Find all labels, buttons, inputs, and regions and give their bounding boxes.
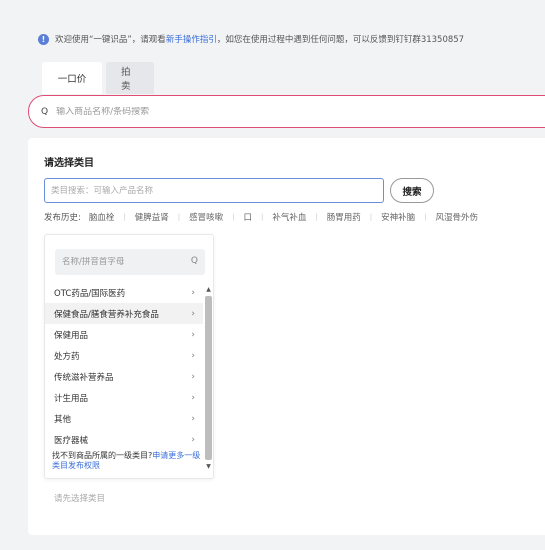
- category-panel: 请选择类目 搜索 发布历史: 脑血栓 | 健脾益肾 | 感冒咳嗽 | 口 | 补…: [28, 138, 545, 535]
- category-item-label: OTC药品/国际医药: [54, 288, 126, 299]
- scroll-up-icon[interactable]: ▲: [204, 285, 213, 294]
- search-icon: Q: [41, 106, 49, 117]
- category-item-label: 医疗器械: [54, 435, 89, 446]
- history-item[interactable]: 风湿骨外伤: [436, 211, 479, 223]
- chevron-right-icon: ›: [191, 392, 195, 403]
- chevron-right-icon: ›: [191, 329, 195, 340]
- history-item[interactable]: 脑血栓: [89, 211, 115, 223]
- category-item-otc[interactable]: OTC药品/国际医药 ›: [45, 282, 203, 303]
- tab-auction[interactable]: 拍卖: [106, 62, 154, 94]
- tab-fixed-price[interactable]: 一口价: [42, 62, 102, 94]
- dropdown-search-input[interactable]: [62, 257, 180, 267]
- category-item-label: 计生用品: [54, 393, 89, 404]
- category-list: OTC药品/国际医药 › 保健食品/膳食营养补充食品 › 保健用品 › 处方药 …: [45, 282, 203, 450]
- chevron-right-icon: ›: [191, 371, 195, 382]
- category-item-label: 其他: [54, 414, 72, 425]
- welcome-notice: ! 欢迎使用“一键识品”，请观看 新手操作指引 ，如您在使用过程中遇到任何问题，…: [38, 33, 464, 45]
- history-item[interactable]: 安神补脑: [381, 211, 415, 223]
- divider: |: [261, 213, 264, 221]
- category-search-input[interactable]: [51, 185, 371, 196]
- category-dropdown: Q OTC药品/国际医药 › 保健食品/膳食营养补充食品 › 保健用品 › 处方…: [44, 234, 214, 479]
- dropdown-search-box: Q: [55, 249, 205, 275]
- history-item[interactable]: 口: [244, 211, 253, 223]
- divider: |: [315, 213, 318, 221]
- search-icon: Q: [190, 256, 198, 266]
- category-item-tonic[interactable]: 传统滋补营养品 ›: [45, 366, 203, 387]
- info-icon: !: [38, 33, 49, 45]
- notice-suffix: ，如您在使用过程中遇到任何问题，可以反馈到钉钉群31350857: [216, 35, 465, 45]
- history-label: 发布历史:: [44, 213, 81, 223]
- category-item-health-food[interactable]: 保健食品/膳食营养补充食品 ›: [45, 303, 203, 324]
- history-item[interactable]: 肠胃用药: [327, 211, 361, 223]
- category-item-medical-devices[interactable]: 医疗器械 ›: [45, 429, 203, 450]
- chevron-right-icon: ›: [191, 350, 195, 361]
- category-item-prescription[interactable]: 处方药 ›: [45, 345, 203, 366]
- category-title: 请选择类目: [44, 158, 94, 169]
- dropdown-scrollbar[interactable]: ▲ ▼: [204, 285, 213, 471]
- divider: |: [369, 213, 373, 221]
- scroll-down-icon[interactable]: ▼: [204, 462, 213, 471]
- product-search-input[interactable]: [56, 106, 457, 117]
- chevron-right-icon: ›: [191, 434, 195, 445]
- chevron-right-icon: ›: [191, 308, 195, 319]
- choose-category-hint: 请先选择类目: [54, 494, 106, 504]
- category-search-box: [44, 178, 384, 203]
- category-item-health-products[interactable]: 保健用品 ›: [45, 324, 203, 345]
- category-item-label: 处方药: [54, 351, 80, 362]
- listing-type-tabs: 一口价 拍卖: [42, 62, 154, 94]
- product-search-bar: Q: [28, 95, 545, 128]
- category-item-label: 保健食品/膳食营养补充食品: [54, 309, 159, 320]
- dropdown-footer: 找不到商品所属的一级类目?申请更多一级类目发布权限: [52, 451, 202, 471]
- divider: |: [232, 213, 235, 221]
- guide-link[interactable]: 新手操作指引: [166, 33, 217, 45]
- publish-history: 发布历史: 脑血栓 | 健脾益肾 | 感冒咳嗽 | 口 | 补气补血 | 肠胃用…: [44, 211, 545, 223]
- history-item[interactable]: 感冒咳嗽: [189, 211, 223, 223]
- history-item[interactable]: 健脾益肾: [135, 211, 169, 223]
- notice-prefix: 欢迎使用“一键识品”，请观看: [55, 35, 166, 45]
- footer-text: 找不到商品所属的一级类目?: [52, 451, 153, 460]
- history-item[interactable]: 补气补血: [272, 211, 306, 223]
- scrollbar-thumb[interactable]: [205, 296, 212, 460]
- category-item-label: 保健用品: [54, 330, 89, 341]
- category-item-label: 传统滋补营养品: [54, 372, 114, 383]
- divider: |: [123, 213, 126, 221]
- divider: |: [177, 213, 181, 221]
- divider: |: [424, 213, 427, 221]
- chevron-right-icon: ›: [191, 413, 195, 424]
- chevron-right-icon: ›: [191, 287, 195, 298]
- search-button[interactable]: 搜索: [390, 178, 434, 203]
- category-item-family-planning[interactable]: 计生用品 ›: [45, 387, 203, 408]
- category-item-other[interactable]: 其他 ›: [45, 408, 203, 429]
